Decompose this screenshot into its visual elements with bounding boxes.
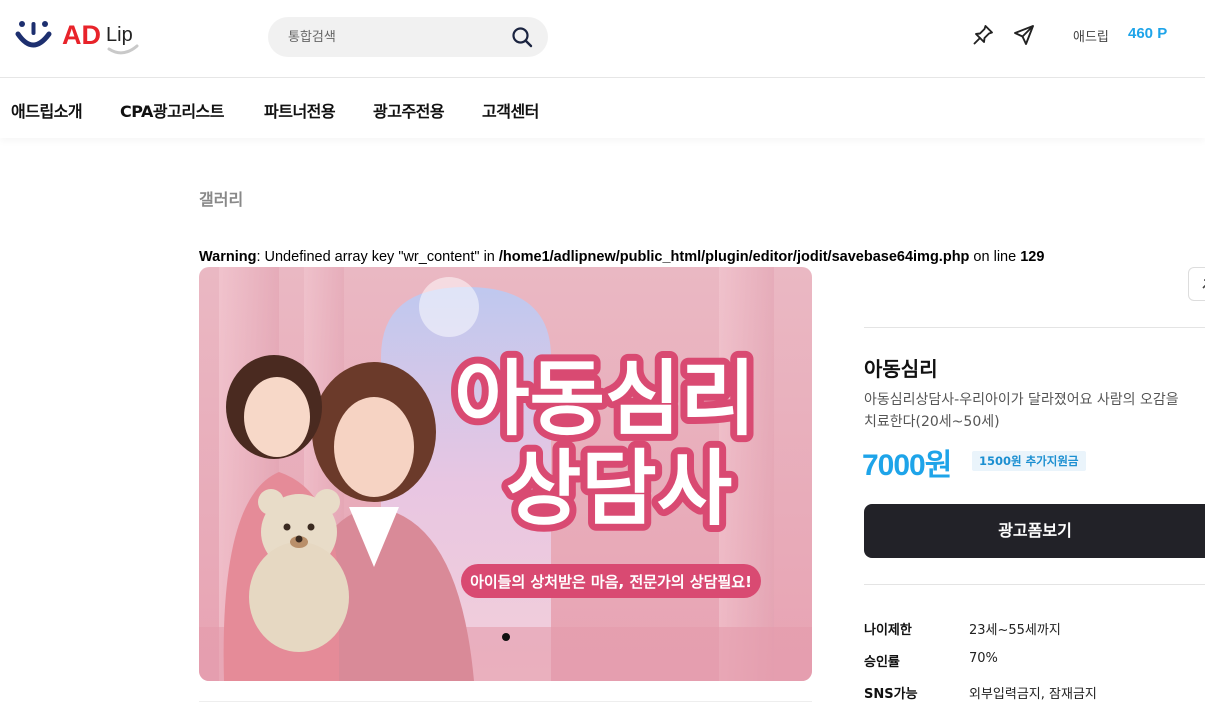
page-title: 갤러리 xyxy=(199,190,244,209)
link-icon xyxy=(1202,279,1205,289)
info-value-age: 23세~55세까지 xyxy=(969,623,1061,638)
product-banner-image[interactable]: 아동심리 상담사 아이들의 상처받은 마음, 전문가의 상담필요! xyxy=(199,267,812,681)
bonus-badge: 1500원 추가지원금 xyxy=(972,451,1086,471)
warning-message: : Undefined array key "wr_content" in xyxy=(256,249,499,265)
banner-headline-line2: 상담사 xyxy=(506,442,732,537)
banner-divider xyxy=(199,701,812,706)
info-value-sns: 외부입력금지, 잠재금지 xyxy=(969,687,1097,702)
info-label-age: 나이제한 xyxy=(864,623,912,638)
main-nav: 애드립소개 CPA광고리스트 파트너전용 광고주전용 고객센터 xyxy=(0,78,1205,138)
product-description: 아동심리상담사-우리아이가 달라졌어요 사람의 오감을 치료한다(20세~50세… xyxy=(864,392,1179,430)
search-input[interactable] xyxy=(288,26,508,48)
banner-tagline: 아이들의 상처받은 마음, 전문가의 상담필요! xyxy=(470,573,752,591)
slide-indicator-dot[interactable] xyxy=(502,633,510,641)
warning-line-text: on line xyxy=(969,249,1021,265)
product-title: 아동심리 xyxy=(864,357,938,381)
php-warning: Warning: Undefined array key "wr_content… xyxy=(199,249,1044,265)
warning-line-number: 129 xyxy=(1020,249,1045,265)
nav-item-partner[interactable]: 파트너전용 xyxy=(264,98,336,122)
view-ad-form-button[interactable]: 광고폼보기 xyxy=(864,504,1205,558)
nav-item-cpa-list[interactable]: CPA광고리스트 xyxy=(120,98,224,122)
search-icon[interactable] xyxy=(510,25,534,49)
info-label-approval: 승인률 xyxy=(864,655,900,670)
side-share-tab[interactable] xyxy=(1188,267,1205,301)
send-icon[interactable] xyxy=(1012,23,1036,47)
point-label: 애드립 xyxy=(1073,30,1109,45)
pin-icon[interactable] xyxy=(971,23,995,47)
point-value[interactable]: 460 P xyxy=(1128,25,1167,42)
warning-path: /home1/adlipnew/public_html/plugin/edito… xyxy=(498,249,970,265)
info-divider-bottom xyxy=(864,584,1205,585)
logo-mark: AD Lip xyxy=(15,20,139,55)
nav-item-support[interactable]: 고객센터 xyxy=(482,98,539,122)
search-bar xyxy=(268,17,548,57)
nav-item-about[interactable]: 애드립소개 xyxy=(11,98,83,122)
logo-text-ad: AD xyxy=(62,20,101,50)
site-header: AD Lip 애드립 460 P xyxy=(0,0,1205,78)
site-logo[interactable]: AD Lip xyxy=(15,14,145,58)
info-divider-top xyxy=(864,327,1205,328)
nav-item-advertiser[interactable]: 광고주전용 xyxy=(373,98,445,122)
banner-headline-line1: 아동심리 xyxy=(454,352,756,447)
info-label-sns: SNS가능 xyxy=(864,687,918,702)
product-price: 7000원 xyxy=(862,449,952,482)
warning-prefix: Warning xyxy=(199,249,257,265)
logo-text-lip: Lip xyxy=(106,24,133,46)
info-value-approval: 70% xyxy=(969,651,998,666)
